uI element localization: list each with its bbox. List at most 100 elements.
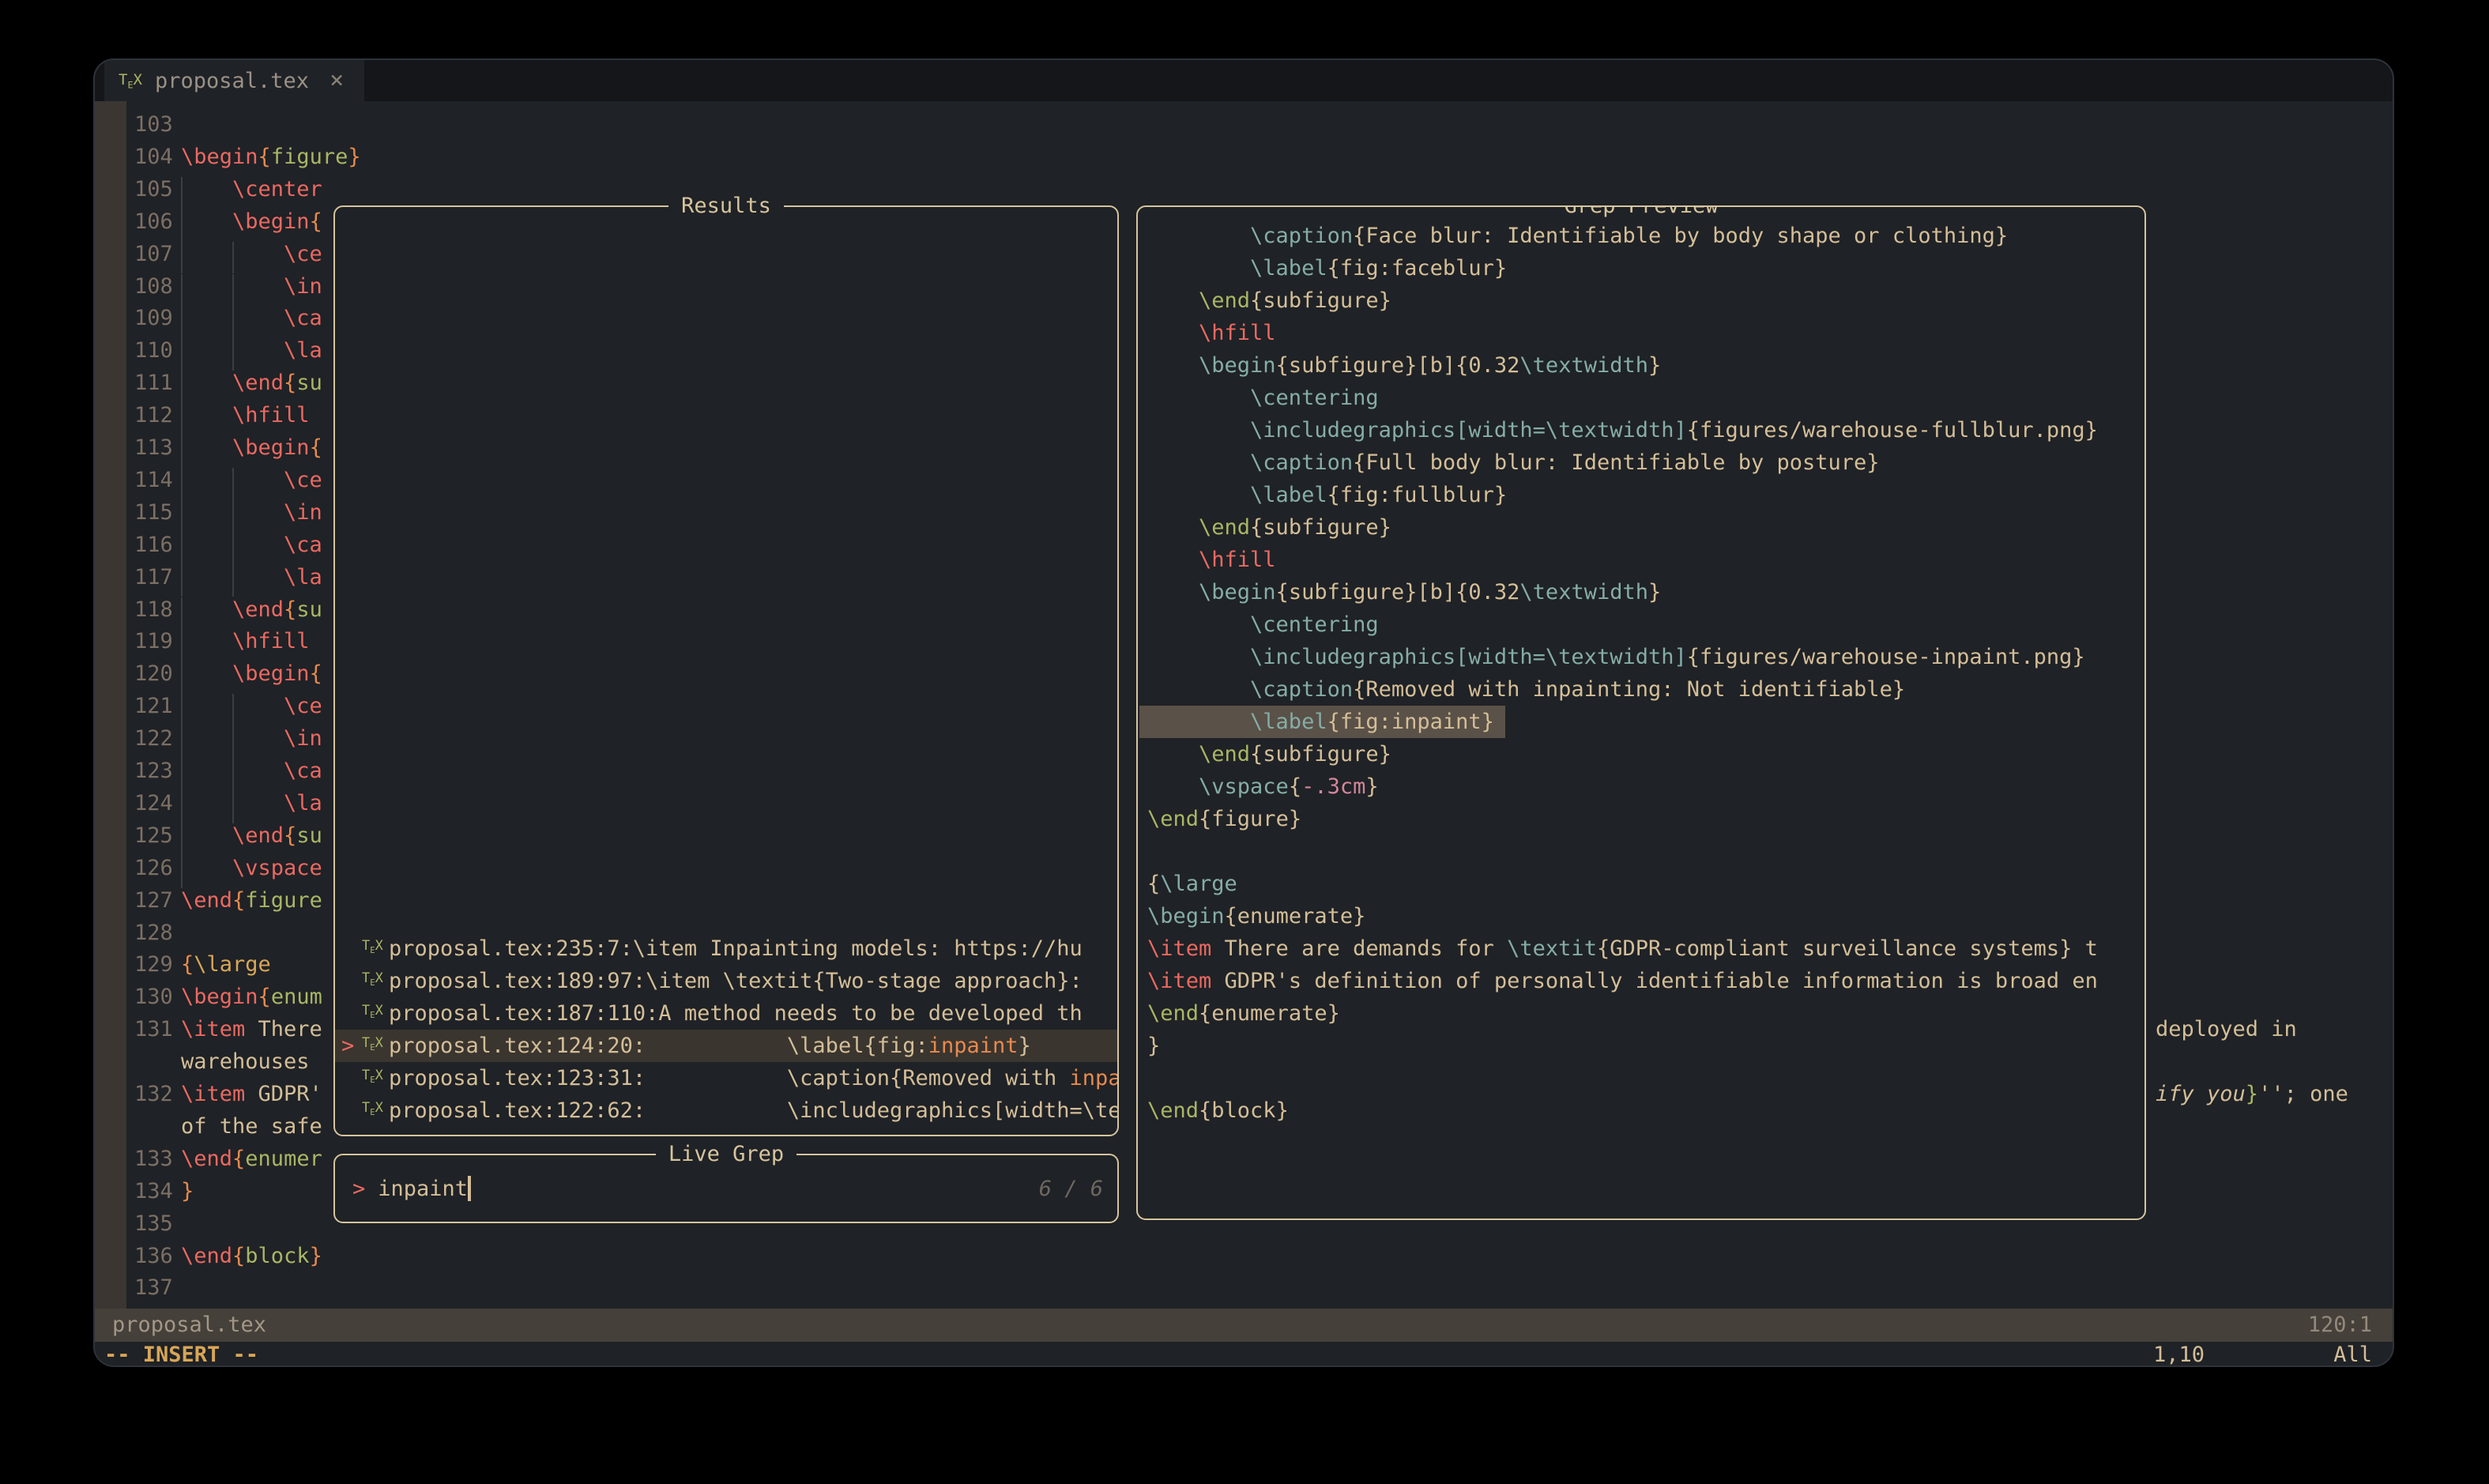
code-segment: {fig:fullblur} [1327, 483, 1508, 507]
preview-line: \label{fig:fullblur} [1147, 479, 1507, 511]
buffer-row[interactable]: 105 \center [95, 177, 2393, 209]
result-file-icon: TEX [362, 1060, 389, 1097]
code-segment: \end [181, 1244, 232, 1268]
code-segment: } [1648, 580, 1661, 605]
code-segment: proposal.tex:187:110:A method needs to b… [389, 1001, 1083, 1026]
line-number: 120 [134, 661, 182, 686]
result-row[interactable]: TEXproposal.tex:122:62: \includegraphics… [335, 1094, 1117, 1127]
buffer-line-text: \ce [181, 468, 322, 492]
buffer-line-text: \begin{enum [181, 985, 322, 1009]
code-segment: \end [181, 597, 284, 622]
code-segment: \ce [181, 242, 322, 266]
code-segment: \ca [181, 759, 322, 783]
buffer-row[interactable]: 137 [95, 1275, 2393, 1308]
code-segment: {subfigure} [1250, 742, 1391, 766]
buffer-row[interactable]: 136\end{block} [95, 1244, 2393, 1276]
code-segment: \begin [181, 985, 258, 1009]
preview-line: \includegraphics[width=\textwidth]{figur… [1147, 641, 2085, 673]
buffer-line-text: {\large [181, 952, 271, 977]
code-segment: {Full body blur: Identifiable by posture… [1353, 450, 1879, 475]
code-segment: } [348, 145, 360, 169]
preview-line: \end{enumerate} [1147, 997, 1340, 1030]
tex-file-icon: TEX [119, 71, 142, 90]
result-row[interactable]: TEXproposal.tex:235:7:\item Inpainting m… [335, 932, 1117, 965]
result-text: proposal.tex:187:110:A method needs to b… [389, 997, 1083, 1030]
code-segment: proposal.tex:124:20: \label{fig: [389, 1034, 928, 1058]
line-number: 105 [134, 177, 182, 202]
buffer-line-text: \begin{figure} [181, 145, 361, 169]
buffer-line-text: \end{su [181, 371, 322, 395]
line-number: 137 [134, 1275, 182, 1300]
buffer-row[interactable]: 104\begin{figure} [95, 145, 2393, 177]
tab-close-icon[interactable]: × [329, 69, 344, 92]
tex-file-icon: TEX [362, 1003, 383, 1019]
result-row[interactable]: TEXproposal.tex:123:31: \caption{Removed… [335, 1062, 1117, 1094]
code-segment: \end [181, 823, 284, 848]
code-segment: { [310, 661, 322, 686]
code-segment: su [296, 371, 322, 395]
preview-line: } [1147, 1030, 1160, 1062]
code-segment: } [1147, 1034, 1160, 1058]
code-segment: {enumerate} [1199, 1001, 1340, 1026]
code-segment: \caption [1147, 224, 1353, 248]
statusline-filename: proposal.tex [112, 1309, 266, 1342]
results-panel: Results TEXproposal.tex:235:7:\item Inpa… [333, 205, 1119, 1136]
mode-indicator: -- INSERT -- [104, 1342, 258, 1367]
preview-line: \end{block} [1147, 1094, 1289, 1127]
code-segment: { [284, 597, 296, 622]
result-text: proposal.tex:189:97:\item \textit{Two-st… [389, 965, 1083, 997]
code-segment: \center [181, 177, 322, 202]
result-file-icon: TEX [362, 930, 389, 967]
tex-file-icon: TEX [362, 970, 383, 986]
line-number: 119 [134, 629, 182, 653]
preview-line: \caption{Face blur: Identifiable by body… [1147, 220, 2008, 252]
buffer-row[interactable]: 103 [95, 112, 2393, 145]
result-row[interactable]: >TEXproposal.tex:124:20: \label{fig:inpa… [335, 1030, 1117, 1062]
code-segment: } [2246, 1082, 2258, 1106]
results-list[interactable]: TEXproposal.tex:235:7:\item Inpainting m… [335, 932, 1117, 1127]
code-segment: } [1019, 1034, 1031, 1058]
line-number: 132 [134, 1082, 182, 1106]
code-segment: \item [181, 1017, 245, 1041]
line-number: 134 [134, 1179, 182, 1203]
preview-line: {\large [1147, 868, 1237, 900]
cursor-ruler: 1,10 [2153, 1342, 2205, 1367]
live-grep-input[interactable]: > inpaint 6 / 6 [335, 1155, 1117, 1222]
code-segment: {subfigure}[b]{0.32 [1276, 580, 1520, 605]
statusline: proposal.tex 120:1 [95, 1309, 2393, 1342]
result-file-icon: TEX [362, 1092, 389, 1129]
code-segment: \vspace [1147, 774, 1289, 799]
preview-line: \hfill [1147, 317, 1276, 349]
preview-line: \end{subfigure} [1147, 284, 1391, 317]
buffer-line-text: \hfill [181, 629, 310, 653]
line-number: 111 [134, 371, 182, 395]
code-segment: \begin [181, 661, 310, 686]
tab-proposal-tex[interactable]: TEX proposal.tex × [104, 60, 364, 101]
preview-line: \item GDPR's definition of personally id… [1147, 965, 2098, 997]
code-segment: \ca [181, 533, 322, 557]
code-segment: { [310, 209, 322, 234]
preview-line: \label{fig:inpaint} [1147, 706, 1505, 738]
line-number: 124 [134, 791, 182, 815]
code-segment: {block} [1199, 1098, 1289, 1123]
buffer-line-text: \ca [181, 533, 322, 557]
code-segment: GDPR' [245, 1082, 322, 1106]
buffer-line-text: \end{enumer [181, 1147, 322, 1171]
tex-file-icon: TEX [362, 1035, 383, 1051]
preview-line: \end{subfigure} [1147, 738, 1391, 770]
code-segment: { [310, 435, 322, 460]
code-segment: \large [194, 952, 271, 977]
buffer-text-fragment: deployed in [2156, 1017, 2297, 1041]
result-row[interactable]: TEX proposal.tex:187:110:A method needs t… [335, 997, 1117, 1030]
code-segment: \hfill [1147, 321, 1276, 345]
buffer-line-text: \la [181, 791, 322, 815]
result-row[interactable]: TEX proposal.tex:189:97:\item \textit{Two… [335, 965, 1117, 997]
code-segment: { [232, 1244, 245, 1268]
code-segment: \end [1147, 1001, 1199, 1026]
code-segment: {enumerate} [1225, 904, 1366, 928]
code-segment: \large [1160, 872, 1237, 896]
code-segment: figure [245, 888, 322, 913]
line-number: 106 [134, 209, 182, 234]
buffer-line-text: \begin{ [181, 209, 322, 234]
code-segment: proposal.tex:122:62: \includegraphics[wi… [389, 1098, 1117, 1123]
